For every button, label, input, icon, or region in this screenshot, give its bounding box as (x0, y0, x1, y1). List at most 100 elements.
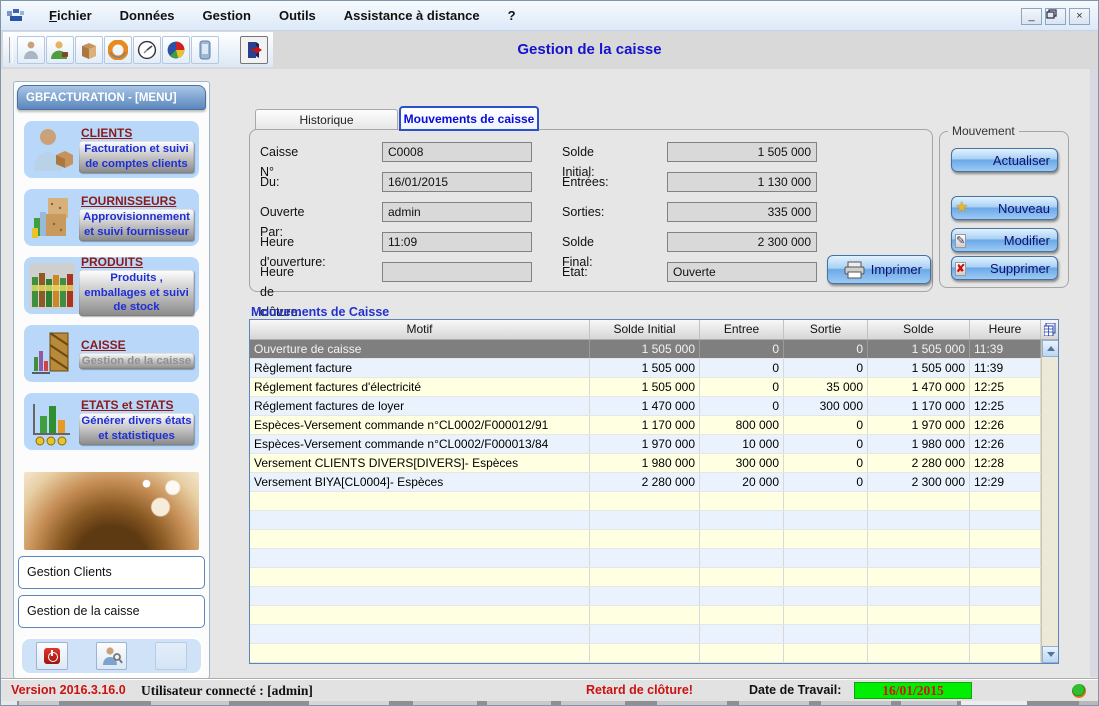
menu-donnees[interactable]: Données (106, 4, 189, 27)
promo-photo (24, 472, 199, 550)
menu-bar: Fichier Données Gestion Outils Assistanc… (35, 4, 530, 27)
scroll-down-button[interactable] (1042, 646, 1059, 663)
cell-motif: Ouverture de caisse (250, 340, 590, 358)
sidebar-item-fournisseurs[interactable]: FOURNISSEURS Approvisionnement et suivi … (24, 189, 199, 246)
heure-cloture-field[interactable] (382, 262, 532, 282)
actualiser-button[interactable]: Actualiser (951, 148, 1058, 172)
sidebar-item-title: PRODUITS (81, 255, 194, 269)
column-header-sortie[interactable]: Sortie (784, 320, 868, 339)
table-row[interactable]: Espèces-Versement commande n°CL0002/F000… (250, 416, 1058, 435)
up-arrow-icon (1047, 346, 1055, 351)
cell-sortie: 0 (784, 359, 868, 377)
table-row[interactable]: Réglement factures d'électricité 1 505 0… (250, 378, 1058, 397)
empty-row (250, 511, 1058, 530)
modifier-button[interactable]: ✎ Modifier (951, 228, 1058, 252)
nav-item-gestion-clients[interactable]: Gestion Clients (18, 556, 205, 589)
column-header-motif[interactable]: Motif (250, 320, 590, 339)
app-logo-icon (7, 9, 25, 23)
restore-button[interactable] (1045, 8, 1066, 25)
scroll-up-button[interactable] (1042, 340, 1059, 357)
cell-motif: Règlement facture (250, 359, 590, 377)
cell-entree: 0 (700, 340, 784, 358)
cell-solde: 1 170 000 (868, 397, 970, 415)
empty-row (250, 606, 1058, 625)
menu-gestion[interactable]: Gestion (189, 4, 265, 27)
sidebar-header: GBFACTURATION - [MENU] (17, 85, 206, 110)
toolbar: Gestion de la caisse (1, 31, 1098, 69)
close-button[interactable]: × (1069, 8, 1090, 25)
table-grid-icon[interactable] (1041, 320, 1058, 339)
sidebar-item-subtitle[interactable]: Générer divers états et statistiques (79, 413, 194, 445)
cell-heure: 12:25 (970, 397, 1041, 415)
heure-ouverture-field[interactable]: 11:09 (382, 232, 532, 252)
table-row[interactable]: Versement BIYA[CL0004]- Espèces 2 280 00… (250, 473, 1058, 492)
menu-assistance[interactable]: Assistance à distance (330, 4, 494, 27)
field-label: Sorties: (562, 202, 604, 222)
entrees-field[interactable]: 1 130 000 (667, 172, 817, 192)
star-icon: ★ (955, 199, 968, 217)
empty-row (250, 587, 1058, 606)
window-right-edge (1090, 69, 1098, 677)
cell-heure: 12:28 (970, 454, 1041, 472)
table-row[interactable]: Versement CLIENTS DIVERS[DIVERS]- Espèce… (250, 454, 1058, 473)
sidebar-item-subtitle[interactable]: Facturation et suivi de comptes clients (79, 141, 194, 173)
client-icon[interactable] (46, 36, 74, 64)
sidebar-item-etats[interactable]: ETATS et STATS Générer divers états et s… (24, 393, 199, 450)
table-row[interactable]: Espèces-Versement commande n°CL0002/F000… (250, 435, 1058, 454)
user-icon[interactable] (17, 36, 45, 64)
imprimer-button[interactable]: Imprimer (827, 255, 931, 284)
supprimer-button[interactable]: ✘ Supprimer (951, 256, 1058, 280)
menu-aide[interactable]: ? (494, 4, 530, 27)
user-settings-button[interactable] (96, 642, 128, 670)
table-scrollbar[interactable] (1041, 340, 1058, 663)
cell-sortie: 0 (784, 340, 868, 358)
tab-mouvements[interactable]: Mouvements de caisse (399, 106, 539, 131)
cashbox-icon (29, 330, 75, 378)
cell-entree: 0 (700, 359, 784, 377)
minimize-button[interactable]: _ (1021, 8, 1042, 25)
column-header-heure[interactable]: Heure (970, 320, 1041, 339)
cell-solde-initial: 1 980 000 (590, 454, 700, 472)
solde-initial-field[interactable]: 1 505 000 (667, 142, 817, 162)
caisse-number-field[interactable]: C0008 (382, 142, 532, 162)
column-header-entree[interactable]: Entree (700, 320, 784, 339)
date-field[interactable]: 16/01/2015 (382, 172, 532, 192)
sidebar-item-subtitle[interactable]: Approvisionnement et suivi fournisseur (79, 209, 194, 241)
ouverte-par-field[interactable]: admin (382, 202, 532, 222)
main-panel: Historique Mouvements de caisse Caisse N… (233, 73, 1091, 677)
sorties-field[interactable]: 335 000 (667, 202, 817, 222)
cell-sortie: 0 (784, 435, 868, 453)
column-header-solde[interactable]: Solde (868, 320, 970, 339)
work-date-label: Date de Travail: (749, 683, 841, 697)
sidebar-item-title: CAISSE (81, 338, 194, 352)
cell-sortie: 0 (784, 454, 868, 472)
menu-fichier[interactable]: Fichier (35, 4, 106, 27)
table-row[interactable]: Ouverture de caisse 1 505 000 0 0 1 505 … (250, 340, 1058, 359)
nouveau-button[interactable]: ★ Nouveau (951, 196, 1058, 220)
tab-historique[interactable]: Historique (255, 109, 398, 130)
sidebar-item-subtitle: Gestion de la caisse (79, 353, 194, 370)
sidebar-item-caisse[interactable]: CAISSE Gestion de la caisse (24, 325, 199, 382)
empty-row (250, 568, 1058, 587)
cell-solde: 1 980 000 (868, 435, 970, 453)
sidebar-button-row (20, 637, 203, 675)
column-header-solde-initial[interactable]: Solde Initial (590, 320, 700, 339)
cell-entree: 0 (700, 378, 784, 396)
table-row[interactable]: Règlement facture 1 505 000 0 0 1 505 00… (250, 359, 1058, 378)
stats-icon (29, 398, 75, 446)
button-label: Supprimer (990, 261, 1050, 276)
disabled-button (155, 642, 187, 670)
solde-final-field[interactable]: 2 300 000 (667, 232, 817, 252)
power-button[interactable] (36, 642, 68, 670)
nav-item-gestion-caisse[interactable]: Gestion de la caisse (18, 595, 205, 628)
table-row[interactable]: Réglement factures de loyer 1 470 000 0 … (250, 397, 1058, 416)
version-label: Version 2016.3.16.0 (11, 683, 126, 697)
cell-solde: 2 280 000 (868, 454, 970, 472)
cell-heure: 12:26 (970, 435, 1041, 453)
menu-outils[interactable]: Outils (265, 4, 330, 27)
sidebar-item-subtitle[interactable]: Produits , emballages et suivi de stock (79, 270, 194, 316)
sidebar-item-clients[interactable]: CLIENTS Facturation et suivi de comptes … (24, 121, 199, 178)
suppliers-icon (29, 194, 75, 242)
sidebar-item-produits[interactable]: PRODUITS Produits , emballages et suivi … (24, 257, 199, 314)
etat-field[interactable]: Ouverte (667, 262, 817, 282)
